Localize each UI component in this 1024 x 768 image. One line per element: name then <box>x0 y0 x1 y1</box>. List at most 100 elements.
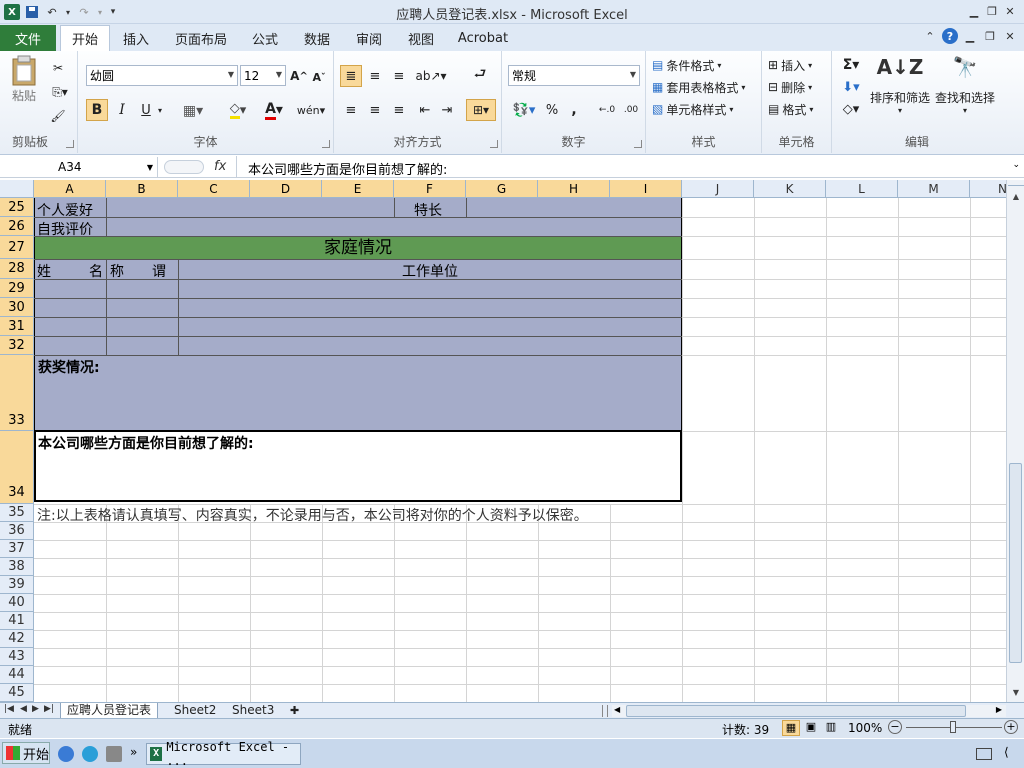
clear-icon[interactable]: ◇▾ <box>838 99 864 119</box>
tab-page-layout[interactable]: 页面布局 <box>170 25 232 51</box>
tab-file[interactable]: 文件 <box>0 25 56 51</box>
zoom-level[interactable]: 100% <box>848 721 882 735</box>
row-header[interactable]: 38 <box>0 558 34 576</box>
column-header[interactable]: G <box>466 180 538 198</box>
wrap-text-icon[interactable]: ⮐ <box>468 63 492 87</box>
tab-insert[interactable]: 插入 <box>114 25 158 51</box>
align-top-icon[interactable]: ≣ <box>340 65 362 87</box>
row-header[interactable]: 43 <box>0 648 34 666</box>
row-header[interactable]: 35 <box>0 504 34 522</box>
fill-color-icon[interactable]: ◇ ▾ <box>222 99 254 121</box>
merge-center-icon[interactable]: ⊞▾ <box>466 99 496 121</box>
format-cells-button[interactable]: ▤ 格式 ▾ <box>768 99 813 119</box>
accounting-format-icon[interactable]: 💱▾ <box>508 99 540 121</box>
number-launcher[interactable] <box>634 140 642 148</box>
delete-cells-button[interactable]: ⊟ 删除 ▾ <box>768 77 812 97</box>
cell-specialty-label[interactable]: 特长 <box>414 200 442 220</box>
column-header[interactable]: I <box>610 180 682 198</box>
collapse-ribbon-icon[interactable]: ⌃ <box>922 28 938 44</box>
column-header[interactable]: C <box>178 180 250 198</box>
tray-expand-icon[interactable]: ⟨ <box>1004 745 1009 759</box>
bold-button[interactable]: B <box>86 99 108 121</box>
tab-split-handle[interactable] <box>602 705 608 717</box>
scroll-up-icon[interactable]: ▲ <box>1008 188 1024 204</box>
clipboard-launcher[interactable] <box>66 140 74 148</box>
font-launcher[interactable] <box>322 140 330 148</box>
scroll-thumb[interactable] <box>1009 463 1022 663</box>
tab-review[interactable]: 审阅 <box>348 25 390 51</box>
worksheet[interactable]: A B C D E F G H I J K L M N 25 26 27 28 … <box>0 180 1006 702</box>
formula-input[interactable]: 本公司哪些方面是你目前想了解的: <box>248 159 447 178</box>
expand-formula-icon[interactable]: ⌄ <box>1012 160 1020 170</box>
row-header[interactable]: 44 <box>0 666 34 684</box>
format-as-table-button[interactable]: ▦ 套用表格格式 ▾ <box>652 77 745 97</box>
align-bottom-icon[interactable]: ≡ <box>388 65 410 87</box>
number-format-select[interactable]: 常规 ▼ <box>508 65 640 86</box>
select-all-corner[interactable] <box>0 180 34 198</box>
column-header[interactable]: H <box>538 180 610 198</box>
phonetic-guide-icon[interactable]: wén▾ <box>296 99 326 121</box>
align-right-icon[interactable]: ≡ <box>388 99 410 121</box>
page-layout-view-icon[interactable]: ▣ <box>802 720 820 736</box>
close-button[interactable]: ✕ <box>1002 3 1018 19</box>
column-header[interactable]: N <box>970 180 1006 198</box>
fill-icon[interactable]: ⬇▾ <box>838 77 864 97</box>
cell-hobby-label[interactable]: 个人爱好 <box>37 200 93 220</box>
increase-indent-icon[interactable]: ⇥ <box>436 99 458 121</box>
copy-icon[interactable]: ⎘▾ <box>48 83 72 101</box>
paste-button[interactable]: 粘贴 <box>6 55 42 104</box>
page-break-view-icon[interactable]: ▥ <box>822 720 840 736</box>
workbook-minimize-button[interactable]: ▁ <box>962 28 978 44</box>
tab-home[interactable]: 开始 <box>60 25 110 51</box>
row-header[interactable]: 36 <box>0 522 34 540</box>
row-header[interactable]: 29 <box>0 279 34 298</box>
font-color-icon[interactable]: A ▾ <box>258 99 290 121</box>
quicklaunch-ie-icon[interactable] <box>58 746 74 762</box>
row-header[interactable]: 45 <box>0 684 34 702</box>
insert-cells-button[interactable]: ⊞ 插入 ▾ <box>768 55 812 75</box>
format-painter-icon[interactable]: 🖌 <box>48 107 68 125</box>
sort-filter-button[interactable]: A↓Z 排序和筛选 ▾ <box>868 55 932 115</box>
decrease-indent-icon[interactable]: ⇤ <box>414 99 436 121</box>
row-header[interactable]: 25 <box>0 198 34 217</box>
decrease-decimal-icon[interactable]: .00 <box>620 99 642 121</box>
orientation-icon[interactable]: ab↗▾ <box>415 65 446 87</box>
vertical-scrollbar[interactable]: ▲ ▼ <box>1006 180 1024 702</box>
column-header[interactable]: E <box>322 180 394 198</box>
scroll-right-icon[interactable]: ▶ <box>996 705 1002 714</box>
minimize-button[interactable]: ▁ <box>966 3 982 19</box>
row-header[interactable]: 39 <box>0 576 34 594</box>
help-icon[interactable]: ? <box>942 28 958 44</box>
last-sheet-icon[interactable]: ▶| <box>44 704 54 714</box>
column-header[interactable]: D <box>250 180 322 198</box>
tab-acrobat[interactable]: Acrobat <box>452 25 514 51</box>
sheet-tab[interactable]: Sheet2 <box>168 703 222 719</box>
sheet-tab[interactable]: Sheet3 <box>226 703 280 719</box>
scroll-left-icon[interactable]: ◀ <box>614 705 620 714</box>
quicklaunch-more-icon[interactable]: » <box>130 745 137 759</box>
taskbar-excel-button[interactable]: X Microsoft Excel - ... <box>146 740 301 768</box>
column-header[interactable]: M <box>898 180 970 198</box>
new-sheet-icon[interactable]: ✚ <box>284 703 305 719</box>
split-handle[interactable] <box>1008 180 1024 186</box>
family-section-title[interactable]: 家庭情况 <box>34 237 682 259</box>
insert-function-icon[interactable]: fx <box>214 159 226 174</box>
tab-data[interactable]: 数据 <box>296 25 338 51</box>
autosum-icon[interactable]: Σ▾ <box>838 55 864 75</box>
row-header[interactable]: 41 <box>0 612 34 630</box>
column-header[interactable]: L <box>826 180 898 198</box>
formula-bar-handle[interactable] <box>164 160 204 174</box>
quicklaunch-app-icon[interactable] <box>106 746 122 762</box>
column-header[interactable]: K <box>754 180 826 198</box>
column-header[interactable]: B <box>106 180 178 198</box>
row-header[interactable]: 32 <box>0 336 34 355</box>
borders-icon[interactable]: ▦▾ <box>178 101 208 121</box>
quicklaunch-browser-icon[interactable] <box>82 746 98 762</box>
row-header[interactable]: 30 <box>0 298 34 317</box>
increase-decimal-icon[interactable]: ←.0 <box>596 99 618 121</box>
alignment-launcher[interactable] <box>490 140 498 148</box>
first-sheet-icon[interactable]: |◀ <box>4 704 14 714</box>
cell-name-label[interactable]: 姓 名 <box>37 261 103 281</box>
row-header[interactable]: 31 <box>0 317 34 336</box>
italic-button[interactable]: I <box>112 99 132 121</box>
